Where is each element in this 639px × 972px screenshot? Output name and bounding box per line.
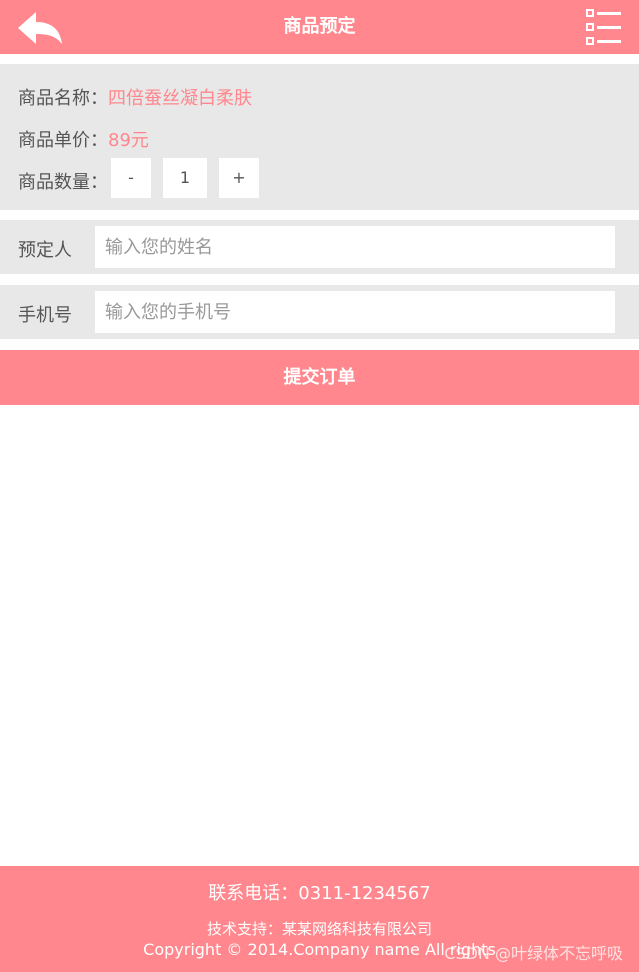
phone-label: 手机号 [18, 305, 72, 326]
reserver-name-panel: 预定人 [0, 220, 639, 274]
submit-order-button[interactable]: 提交订单 [0, 350, 639, 405]
product-qty-row: 商品数量： [18, 168, 108, 194]
product-name-value: 四倍蚕丝凝白柔肤 [108, 88, 252, 109]
list-menu-icon [586, 9, 621, 45]
phone-panel: 手机号 [0, 285, 639, 339]
menu-button[interactable] [585, 8, 623, 46]
product-price-row: 商品单价：89元 [18, 126, 149, 152]
product-name-row: 商品名称：四倍蚕丝凝白柔肤 [18, 84, 252, 110]
page-title: 商品预定 [283, 16, 356, 37]
qty-value[interactable]: 1 [163, 158, 207, 198]
decrease-qty-button[interactable]: - [111, 158, 151, 198]
reserver-name-label: 预定人 [18, 240, 72, 261]
increase-qty-button[interactable]: + [219, 158, 259, 198]
page-footer: 联系电话：0311-1234567 技术支持：某某网络科技有限公司 Copyri… [0, 866, 639, 972]
contact-phone: 联系电话：0311-1234567 [208, 883, 431, 904]
phone-input[interactable] [95, 291, 615, 333]
product-price-value: 89元 [108, 130, 149, 151]
product-price-label: 商品单价： [18, 130, 108, 151]
app-header: 商品预定 [0, 0, 639, 54]
watermark: CSDN @叶绿体不忘呼吸 [444, 944, 623, 963]
product-name-label: 商品名称： [18, 88, 108, 109]
tech-support: 技术支持：某某网络科技有限公司 [206, 920, 432, 938]
reserver-name-input[interactable] [95, 226, 615, 268]
product-qty-label: 商品数量： [18, 172, 108, 193]
